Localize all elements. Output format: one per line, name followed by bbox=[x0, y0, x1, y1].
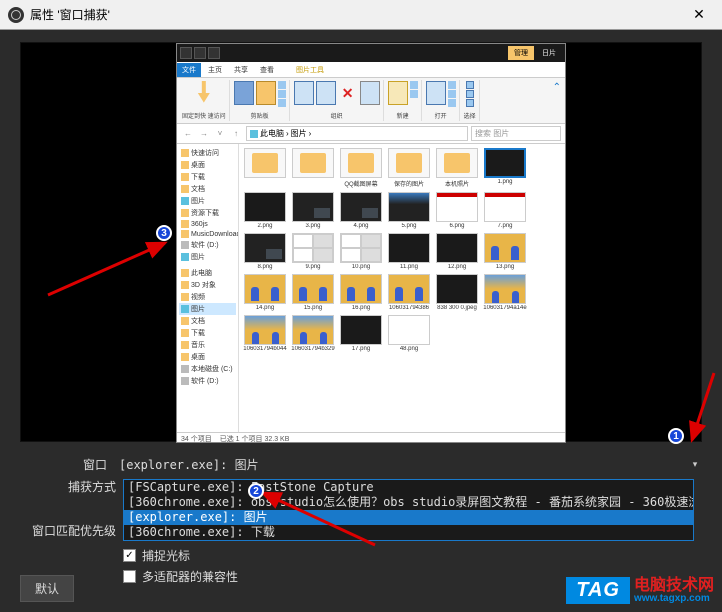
sidebar-item: 桌面 bbox=[179, 159, 236, 171]
sidebar-item: 桌面 bbox=[179, 351, 236, 363]
explorer-preview: 管理 日片 文件 主页 共享 查看 图片工具 固定到快 速访问 剪贴板 ✕组织 … bbox=[176, 43, 566, 443]
checkbox-icon[interactable] bbox=[123, 570, 136, 583]
sidebar-item: 图片 bbox=[179, 303, 236, 315]
chevron-down-icon[interactable]: ▾ bbox=[688, 459, 702, 470]
form-area: 窗口 [explorer.exe]: 图片 ▾ 捕获方式 窗口匹配优先级 [FS… bbox=[0, 450, 722, 593]
file-thumb: 11.png bbox=[387, 233, 431, 270]
watermark: TAG 电脑技术网 www.tagxp.com bbox=[566, 577, 714, 604]
file-thumb: 3.png bbox=[291, 192, 335, 229]
sidebar-item: 视频 bbox=[179, 291, 236, 303]
file-thumb: 14.png bbox=[243, 274, 287, 311]
file-thumb: 106031794b044 bbox=[243, 315, 287, 352]
file-thumb: 7.png bbox=[483, 192, 527, 229]
sidebar-item: 软件 (D:) bbox=[179, 375, 236, 387]
explorer-titlebar: 管理 日片 bbox=[177, 44, 565, 62]
file-thumb: 16.png bbox=[339, 274, 383, 311]
file-thumb: 10.png bbox=[339, 233, 383, 270]
window-dropdown[interactable]: 捕获方式 窗口匹配优先级 [FSCapture.exe]: FastStone … bbox=[123, 479, 694, 541]
sidebar-item: 软件 (D:) bbox=[179, 239, 236, 251]
sidebar-item: 图片 bbox=[179, 251, 236, 263]
compat-checkbox-label: 多适配器的兼容性 bbox=[142, 568, 238, 585]
sidebar-item: 文档 bbox=[179, 315, 236, 327]
dropdown-item[interactable]: [explorer.exe]: 图片 bbox=[124, 510, 693, 525]
sidebar-item: 此电脑 bbox=[179, 267, 236, 279]
titlebar: 属性 '窗口捕获' ✕ bbox=[0, 0, 722, 30]
sidebar-item: 音乐 bbox=[179, 339, 236, 351]
sidebar-item: 3D 对象 bbox=[179, 279, 236, 291]
annotation-badge-2: 2 bbox=[248, 483, 264, 499]
cursor-checkbox-row[interactable]: ✓ 捕捉光标 bbox=[123, 547, 702, 564]
file-thumb: 4.png bbox=[339, 192, 383, 229]
window-combo[interactable]: [explorer.exe]: 图片 bbox=[115, 454, 688, 475]
file-thumb bbox=[291, 148, 335, 188]
sidebar-item: 快速访问 bbox=[179, 147, 236, 159]
dropdown-item[interactable]: [FSCapture.exe]: FastStone Capture bbox=[124, 480, 693, 495]
file-thumb: 9.png bbox=[291, 233, 335, 270]
explorer-content: QQ截图屏幕保存的图片本机照片1.png 2.png3.png4.png5.png… bbox=[239, 144, 565, 432]
file-thumb: 本机照片 bbox=[435, 148, 479, 188]
sidebar-item: 文档 bbox=[179, 183, 236, 195]
file-thumb: 15.png bbox=[291, 274, 335, 311]
file-thumb: 106031794a14e bbox=[483, 274, 527, 311]
file-thumb: 12.png bbox=[435, 233, 479, 270]
file-thumb: 6.png bbox=[435, 192, 479, 229]
file-thumb bbox=[243, 148, 287, 188]
file-thumb: 保存的图片 bbox=[387, 148, 431, 188]
file-thumb: QQ截图屏幕 bbox=[339, 148, 383, 188]
default-button[interactable]: 默认 bbox=[20, 575, 74, 602]
annotation-badge-3: 3 bbox=[156, 225, 172, 241]
annotation-badge-1: 1 bbox=[668, 428, 684, 444]
file-thumb: 5.png bbox=[387, 192, 431, 229]
checkbox-icon[interactable]: ✓ bbox=[123, 549, 136, 562]
cursor-checkbox-label: 捕捉光标 bbox=[142, 547, 190, 564]
sidebar-item: 图片 bbox=[179, 195, 236, 207]
window-title: 属性 '窗口捕获' bbox=[30, 6, 684, 23]
preview-area: 管理 日片 文件 主页 共享 查看 图片工具 固定到快 速访问 剪贴板 ✕组织 … bbox=[20, 42, 702, 442]
window-label: 窗口 bbox=[20, 456, 115, 473]
file-thumb: 838 300 0.jpeg bbox=[435, 274, 479, 311]
ribbon-tabs: 文件 主页 共享 查看 图片工具 bbox=[177, 62, 565, 78]
capture-label: 捕获方式 bbox=[21, 480, 116, 495]
file-thumb: 2.png bbox=[243, 192, 287, 229]
sidebar-item: 360js bbox=[179, 219, 236, 229]
file-thumb: 1.png bbox=[483, 148, 527, 188]
close-button[interactable]: ✕ bbox=[684, 6, 714, 23]
status-bar: 34 个项目 已选 1 个项目 32.3 KB bbox=[177, 432, 565, 446]
explorer-sidebar: 快速访问桌面下载文档图片资源下载360jsMusicDownload软件 (D:… bbox=[177, 144, 239, 432]
file-thumb: 13.png bbox=[483, 233, 527, 270]
sidebar-item: 资源下载 bbox=[179, 207, 236, 219]
sidebar-item: 本地磁盘 (C:) bbox=[179, 363, 236, 375]
ribbon: 固定到快 速访问 剪贴板 ✕组织 新建 打开 选择 ⌃ bbox=[177, 78, 565, 124]
file-thumb: 106031794386 bbox=[387, 274, 431, 311]
file-thumb: 48.png bbox=[387, 315, 431, 352]
sidebar-item: 下载 bbox=[179, 171, 236, 183]
file-thumb: 106031794b329 bbox=[291, 315, 335, 352]
file-thumb: 17.png bbox=[339, 315, 383, 352]
address-bar: ←→˅↑ 此电脑 › 图片 › 搜索 图片 bbox=[177, 124, 565, 144]
file-thumb: 8.png bbox=[243, 233, 287, 270]
dropdown-item[interactable]: [360chrome.exe]: 下载 bbox=[124, 525, 693, 540]
folder-icon bbox=[250, 130, 258, 138]
obs-icon bbox=[8, 7, 24, 23]
sidebar-item: MusicDownload bbox=[179, 229, 236, 239]
sidebar-item: 下载 bbox=[179, 327, 236, 339]
priority-label: 窗口匹配优先级 bbox=[21, 524, 116, 539]
dropdown-item[interactable]: [360chrome.exe]: obs studio怎么使用？obs stud… bbox=[124, 495, 693, 510]
